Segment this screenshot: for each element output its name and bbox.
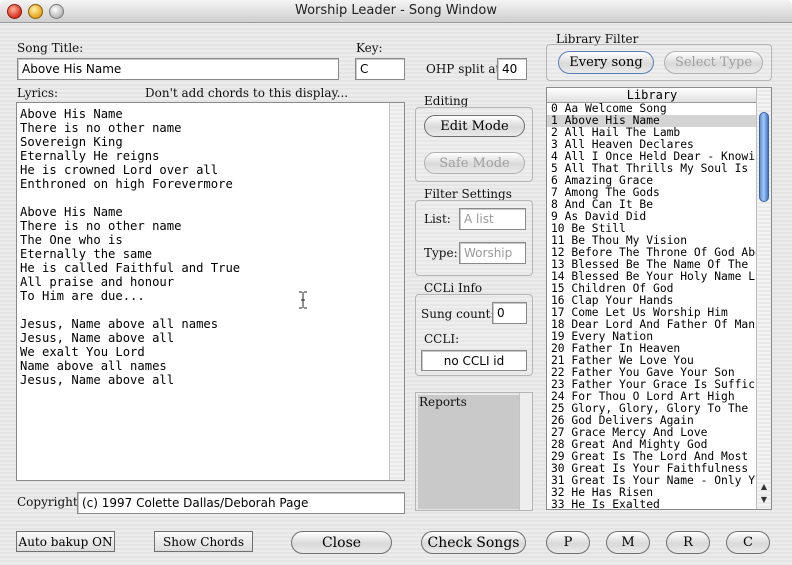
library-item[interactable]: 14 Blessed Be Your Holy Name L... xyxy=(547,271,757,283)
key-field[interactable]: C xyxy=(355,58,405,80)
library-item[interactable]: 18 Dear Lord And Father Of Man... xyxy=(547,319,757,331)
ccli-info-label: CCLi Info xyxy=(424,281,483,295)
chord-note: Don't add chords to this display... xyxy=(145,86,349,100)
song-window: Worship Leader - Song Window Song Title:… xyxy=(0,0,792,565)
library-item[interactable]: 23 Father Your Grace Is Suffic... xyxy=(547,379,757,391)
m-button[interactable]: M xyxy=(606,531,650,554)
lyrics-textarea[interactable]: Above His Name There is no other name So… xyxy=(16,102,405,481)
library-item[interactable]: 31 Great Is Your Name - Only Y... xyxy=(547,475,757,487)
library-item[interactable]: 21 Father We Love You xyxy=(547,355,757,367)
library-item[interactable]: 2 All Hail The Lamb xyxy=(547,127,757,139)
library-scroll-thumb[interactable] xyxy=(759,112,769,202)
library-item[interactable]: 32 He Has Risen xyxy=(547,487,757,499)
library-scrollbar[interactable]: ▲ ▼ xyxy=(756,88,771,509)
scroll-up-icon[interactable]: ▲ xyxy=(758,481,770,493)
song-title-field[interactable]: Above His Name xyxy=(17,58,339,80)
lyrics-label: Lyrics: xyxy=(17,86,59,100)
scroll-down-icon[interactable]: ▼ xyxy=(758,494,770,506)
filter-list-label: List: xyxy=(424,212,451,226)
reports-label: Reports xyxy=(419,395,467,409)
library-item[interactable]: 26 God Delivers Again xyxy=(547,415,757,427)
library-item[interactable]: 28 Great And Mighty God xyxy=(547,439,757,451)
filter-type-field[interactable]: Worship xyxy=(459,242,526,264)
close-button[interactable]: Close xyxy=(291,531,392,554)
library-list[interactable]: Library 0 Aa Welcome Song 1 Above His Nam… xyxy=(546,87,772,510)
filter-type-label: Type: xyxy=(424,246,458,260)
library-item[interactable]: 6 Amazing Grace xyxy=(547,175,757,187)
edit-mode-button[interactable]: Edit Mode xyxy=(424,115,525,137)
title-bar[interactable]: Worship Leader - Song Window xyxy=(0,0,792,23)
reports-scrollbar[interactable] xyxy=(519,393,532,510)
lyrics-scrollbar[interactable] xyxy=(389,103,404,480)
library-item[interactable]: 22 Father You Gave Your Son xyxy=(547,367,757,379)
ohp-split-label: OHP split at xyxy=(426,62,501,76)
safe-mode-button[interactable]: Safe Mode xyxy=(424,152,525,174)
show-chords-button[interactable]: Show Chords xyxy=(154,531,253,552)
library-item[interactable]: 12 Before The Throne Of God Above xyxy=(547,247,757,259)
library-item[interactable]: 17 Come Let Us Worship Him xyxy=(547,307,757,319)
library-item[interactable]: 33 He Is Exalted xyxy=(547,499,757,509)
reports-list[interactable] xyxy=(418,395,521,509)
copyright-field[interactable]: (c) 1997 Colette Dallas/Deborah Page xyxy=(77,492,405,514)
library-item[interactable]: 3 All Heaven Declares xyxy=(547,139,757,151)
library-item[interactable]: 24 For Thou O Lord Art High xyxy=(547,391,757,403)
r-button[interactable]: R xyxy=(666,531,710,554)
library-item[interactable]: 30 Great Is Your Faithfulness xyxy=(547,463,757,475)
library-item[interactable]: 7 Among The Gods xyxy=(547,187,757,199)
library-item[interactable]: 25 Glory, Glory, Glory To The ... xyxy=(547,403,757,415)
lyrics-text: Above His Name There is no other name So… xyxy=(20,107,241,387)
check-songs-button[interactable]: Check Songs xyxy=(421,531,526,554)
auto-backup-button[interactable]: Auto bakup ON xyxy=(16,531,115,552)
filter-settings-label: Filter Settings xyxy=(424,187,512,201)
p-button[interactable]: P xyxy=(546,531,590,554)
key-label: Key: xyxy=(356,41,383,55)
library-item[interactable]: 10 Be Still xyxy=(547,223,757,235)
window-title: Worship Leader - Song Window xyxy=(294,3,497,18)
library-item[interactable]: 8 And Can It Be xyxy=(547,199,757,211)
ohp-split-field[interactable]: 40 xyxy=(497,58,527,80)
library-item[interactable]: 11 Be Thou My Vision xyxy=(547,235,757,247)
library-item[interactable]: 5 All That Thrills My Soul Is ... xyxy=(547,163,757,175)
reports-panel[interactable]: Reports xyxy=(415,392,533,511)
sung-count-label: Sung count: xyxy=(421,307,495,321)
library-item[interactable]: 29 Great Is The Lord And Most ... xyxy=(547,451,757,463)
library-item[interactable]: 20 Father In Heaven xyxy=(547,343,757,355)
text-cursor-icon xyxy=(299,291,307,309)
library-item[interactable]: 1 Above His Name xyxy=(547,115,757,127)
sung-count-field[interactable]: 0 xyxy=(492,302,527,324)
library-item[interactable]: 4 All I Once Held Dear - Knowi... xyxy=(547,151,757,163)
ccli-label: CCLI: xyxy=(424,332,460,346)
library-item[interactable]: 19 Every Nation xyxy=(547,331,757,343)
copyright-label: Copyright: xyxy=(17,495,82,509)
filter-list-field[interactable]: A list xyxy=(459,208,526,230)
library-item[interactable]: 15 Children Of God xyxy=(547,283,757,295)
select-type-button[interactable]: Select Type xyxy=(664,51,763,74)
library-item[interactable]: 27 Grace Mercy And Love xyxy=(547,427,757,439)
every-song-button[interactable]: Every song xyxy=(558,51,654,74)
library-item[interactable]: 16 Clap Your Hands xyxy=(547,295,757,307)
library-item[interactable]: 0 Aa Welcome Song xyxy=(547,103,757,115)
song-title-label: Song Title: xyxy=(17,41,84,55)
library-item[interactable]: 9 As David Did xyxy=(547,211,757,223)
editing-group-label: Editing xyxy=(424,94,469,108)
c-button[interactable]: C xyxy=(726,531,770,554)
library-header[interactable]: Library xyxy=(547,88,757,103)
library-items: 0 Aa Welcome Song 1 Above His Name 2 All H… xyxy=(547,103,757,509)
library-item[interactable]: 13 Blessed Be The Name Of The ... xyxy=(547,259,757,271)
ccli-field[interactable]: no CCLI id xyxy=(421,350,527,371)
